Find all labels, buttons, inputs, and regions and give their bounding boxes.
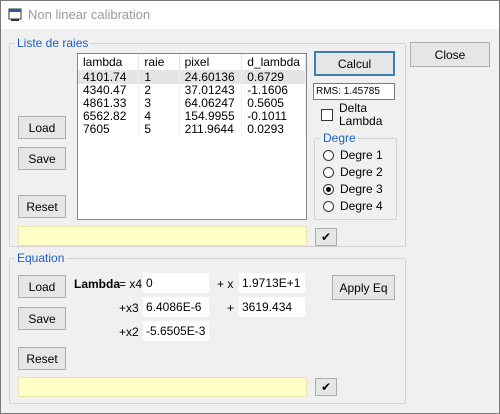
x-label: + x <box>217 277 234 291</box>
table-cell: 1 <box>138 70 180 84</box>
equation-load-button[interactable]: Load <box>18 275 66 298</box>
table-cell: 0.0293 <box>241 123 306 136</box>
title-bar: Non linear calibration <box>1 1 499 29</box>
degre-2-radio[interactable] <box>323 167 334 178</box>
apply-eq-button[interactable]: Apply Eq <box>332 275 395 300</box>
degre-3-label[interactable]: Degre 3 <box>340 182 383 196</box>
calibration-window: Non linear calibration Liste de raies Lo… <box>0 0 500 414</box>
degre-1-radio[interactable] <box>323 150 334 161</box>
liste-legend: Liste de raies <box>15 36 91 50</box>
rms-field[interactable]: RMS: 1.45785 <box>313 83 395 100</box>
app-icon <box>8 8 22 21</box>
table-cell: 0.6729 <box>241 70 306 84</box>
table-cell: 24.60136 <box>179 70 243 84</box>
liste-ok-button[interactable]: ✔ <box>315 228 337 246</box>
x4-coefficient-input[interactable]: 0 <box>143 273 209 293</box>
equation-reset-button[interactable]: Reset <box>18 347 66 370</box>
table-header-row: lambda raie pixel d_lambda <box>78 54 306 71</box>
x3-label: +x3 <box>119 301 139 315</box>
plus-label: + <box>227 301 235 315</box>
equation-ok-button[interactable]: ✔ <box>315 378 337 396</box>
degre-3-radio[interactable] <box>323 184 334 195</box>
raies-table[interactable]: lambda raie pixel d_lambda 4101.74 1 24.… <box>77 53 307 220</box>
degre-2-label[interactable]: Degre 2 <box>340 165 383 179</box>
liste-load-button[interactable]: Load <box>18 116 66 139</box>
x4-label: = x4 <box>119 277 143 291</box>
x2-label: +x2 <box>119 325 139 339</box>
table-cell: 7605 <box>78 123 140 136</box>
equation-status-field[interactable] <box>18 377 307 397</box>
table-cell: 211.9644 <box>179 123 243 136</box>
constant-input[interactable]: 3619.434 <box>239 297 305 317</box>
x3-coefficient-input[interactable]: 6.4086E-6 <box>143 297 209 317</box>
close-button[interactable]: Close <box>410 42 490 67</box>
delta-lambda-checkbox[interactable] <box>321 109 333 121</box>
liste-status-field[interactable] <box>18 226 307 246</box>
window-title: Non linear calibration <box>28 7 151 22</box>
degre-4-label[interactable]: Degre 4 <box>340 199 383 213</box>
x2-coefficient-input[interactable]: -5.6505E-3 <box>143 321 209 341</box>
column-header-pixel[interactable]: pixel <box>179 54 243 71</box>
x-coefficient-input[interactable]: 1.9713E+1 <box>239 273 305 293</box>
liste-save-button[interactable]: Save <box>18 147 66 170</box>
degre-1-label[interactable]: Degre 1 <box>340 148 383 162</box>
degre-legend: Degre <box>321 131 358 145</box>
lambda-label: Lambda <box>74 277 121 291</box>
liste-reset-button[interactable]: Reset <box>18 195 66 218</box>
table-cell: 5 <box>138 123 180 136</box>
equation-save-button[interactable]: Save <box>18 307 66 330</box>
column-header-raie[interactable]: raie <box>138 54 180 71</box>
table-cell: 4101.74 <box>78 70 140 84</box>
table-row[interactable]: 7605 5 211.9644 0.0293 <box>78 123 306 136</box>
column-header-d-lambda[interactable]: d_lambda <box>241 54 306 71</box>
equation-legend: Equation <box>15 251 67 265</box>
delta-lambda-label: Delta Lambda <box>339 101 383 128</box>
table-row[interactable]: 4101.74 1 24.60136 0.6729 <box>78 70 306 84</box>
degre-4-radio[interactable] <box>323 201 334 212</box>
column-header-lambda[interactable]: lambda <box>78 54 140 71</box>
calcul-button[interactable]: Calcul <box>314 51 395 76</box>
